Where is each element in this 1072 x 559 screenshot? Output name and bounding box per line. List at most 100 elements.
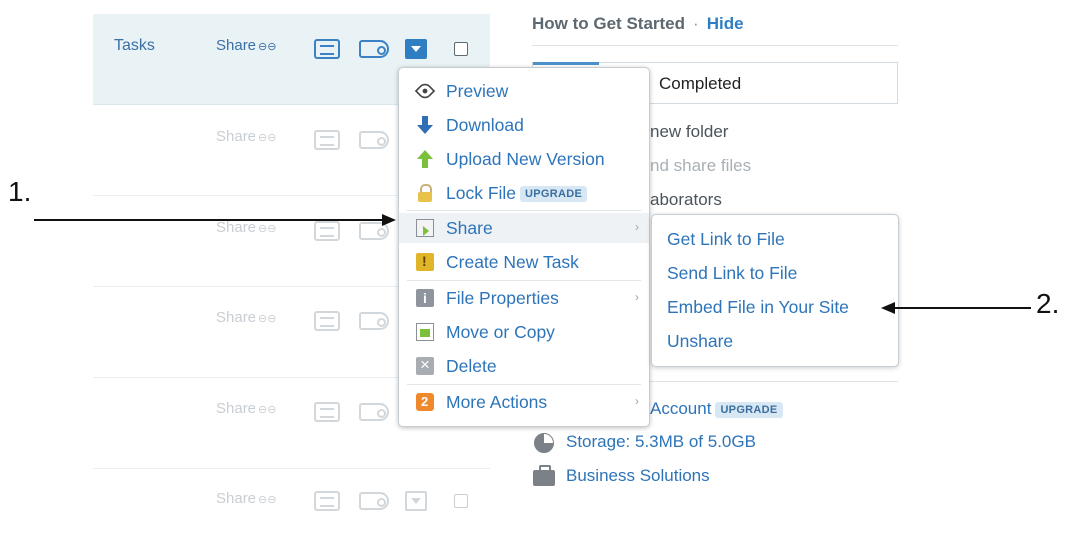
hide-link[interactable]: Hide: [707, 14, 744, 33]
share-link-label: Share: [216, 400, 257, 417]
task-icon: [416, 253, 434, 271]
getting-started-title: How to Get Started: [532, 14, 686, 33]
title-separator: ·: [693, 14, 699, 33]
step-item[interactable]: nd share files: [650, 156, 751, 176]
submenu-item-get-link[interactable]: Get Link to File: [667, 229, 785, 250]
tasks-link[interactable]: Tasks: [114, 37, 155, 55]
step-item[interactable]: aborators: [650, 190, 722, 210]
link-chain-icon: ⊖⊖: [258, 313, 277, 325]
account-link[interactable]: Account UPGRADE: [650, 399, 783, 419]
submenu-item-unshare[interactable]: Unshare: [667, 331, 733, 352]
menu-item-file-properties[interactable]: File Properties ›: [399, 283, 649, 313]
menu-item-move-or-copy[interactable]: Move or Copy: [399, 317, 649, 347]
table-row[interactable]: Share ⊖⊖: [93, 469, 490, 559]
select-checkbox[interactable]: [454, 42, 468, 56]
share-link[interactable]: Share ⊖⊖: [216, 128, 276, 145]
download-arrow-icon: [416, 116, 434, 134]
annotation-label-1: 1.: [8, 176, 32, 207]
menu-item-label: Create New Task: [446, 252, 579, 272]
upgrade-badge[interactable]: UPGRADE: [520, 186, 588, 203]
progress-bar: [533, 62, 599, 65]
menu-item-create-new-task[interactable]: Create New Task: [399, 247, 649, 277]
getting-started-header: How to Get Started · Hide: [532, 14, 744, 34]
comment-icon[interactable]: [314, 491, 340, 511]
share-link-label: Share: [216, 219, 257, 236]
menu-separator: [407, 384, 641, 385]
lock-file-label: Lock File: [446, 183, 517, 203]
tag-icon[interactable]: [359, 492, 389, 510]
menu-item-label: Lock File UPGRADE: [446, 183, 588, 204]
link-chain-icon: ⊖⊖: [258, 223, 277, 235]
submenu-item-embed-file[interactable]: Embed File in Your Site: [667, 297, 849, 318]
share-submenu: Get Link to File Send Link to File Embed…: [651, 214, 899, 367]
menu-item-label: More Actions: [446, 392, 548, 412]
completed-label: Completed: [659, 74, 742, 93]
share-link[interactable]: Share ⊖⊖: [216, 400, 276, 417]
menu-item-more-actions[interactable]: More Actions ›: [399, 387, 649, 417]
comment-icon[interactable]: [314, 130, 340, 150]
share-link-label: Share: [216, 309, 257, 326]
share-link-label: Share: [216, 128, 257, 145]
upgrade-badge[interactable]: UPGRADE: [715, 401, 783, 418]
file-actions-menu: Preview Download Upload New Version Lock…: [398, 67, 650, 427]
arrow-head-icon: [382, 214, 396, 226]
delete-icon: [416, 355, 434, 375]
comment-icon[interactable]: [314, 39, 340, 59]
actions-dropdown-icon[interactable]: [405, 39, 427, 59]
menu-item-label: Share: [446, 218, 493, 238]
menu-item-preview[interactable]: Preview: [399, 76, 649, 106]
menu-item-upload-new-version[interactable]: Upload New Version: [399, 144, 649, 174]
tag-icon[interactable]: [359, 131, 389, 149]
annotation-arrow-1: [34, 219, 384, 221]
storage-pie-icon: [534, 433, 554, 453]
comment-icon[interactable]: [314, 402, 340, 422]
step-item[interactable]: new folder: [650, 122, 728, 142]
upload-arrow-icon: [416, 150, 434, 168]
menu-item-lock-file[interactable]: Lock File UPGRADE: [399, 178, 649, 208]
menu-separator: [407, 210, 641, 211]
share-link[interactable]: Share ⊖⊖: [216, 37, 276, 54]
menu-item-label: Download: [446, 115, 524, 135]
tag-icon[interactable]: [359, 40, 389, 58]
share-link[interactable]: Share ⊖⊖: [216, 219, 276, 236]
share-link-label: Share: [216, 37, 257, 54]
eye-icon: [414, 80, 436, 102]
account-label: Account: [650, 399, 712, 418]
share-link-label: Share: [216, 490, 257, 507]
move-copy-icon: [416, 323, 434, 341]
menu-item-label: Upload New Version: [446, 149, 605, 169]
comment-icon[interactable]: [314, 221, 340, 241]
arrow-head-icon: [881, 302, 895, 314]
annotation-arrow-2: [893, 307, 1031, 309]
link-chain-icon: ⊖⊖: [258, 41, 277, 53]
share-link[interactable]: Share ⊖⊖: [216, 490, 276, 507]
menu-separator: [407, 280, 641, 281]
info-icon: [416, 289, 434, 307]
link-chain-icon: ⊖⊖: [258, 132, 277, 144]
menu-item-share[interactable]: Share ›: [399, 213, 649, 243]
link-chain-icon: ⊖⊖: [258, 404, 277, 416]
share-mail-icon: [416, 219, 434, 237]
storage-link[interactable]: Storage: 5.3MB of 5.0GB: [566, 432, 756, 452]
select-checkbox[interactable]: [454, 494, 468, 508]
menu-item-label: File Properties: [446, 288, 559, 308]
comment-icon[interactable]: [314, 311, 340, 331]
submenu-item-send-link[interactable]: Send Link to File: [667, 263, 797, 284]
link-chain-icon: ⊖⊖: [258, 494, 277, 506]
tag-icon[interactable]: [359, 312, 389, 330]
menu-item-download[interactable]: Download: [399, 110, 649, 140]
briefcase-icon: [533, 465, 555, 486]
menu-item-label: Delete: [446, 356, 497, 376]
chevron-right-icon: ›: [635, 394, 639, 408]
chevron-right-icon: ›: [635, 290, 639, 304]
menu-item-delete[interactable]: Delete: [399, 351, 649, 381]
actions-dropdown-icon[interactable]: [405, 491, 427, 511]
divider: [532, 45, 898, 46]
business-solutions-link[interactable]: Business Solutions: [566, 466, 710, 486]
tag-icon[interactable]: [359, 403, 389, 421]
more-actions-icon: [416, 393, 434, 411]
menu-item-label: Preview: [446, 81, 509, 101]
share-link[interactable]: Share ⊖⊖: [216, 309, 276, 326]
annotation-label-2: 2.: [1036, 288, 1060, 319]
menu-item-label: Move or Copy: [446, 322, 555, 342]
